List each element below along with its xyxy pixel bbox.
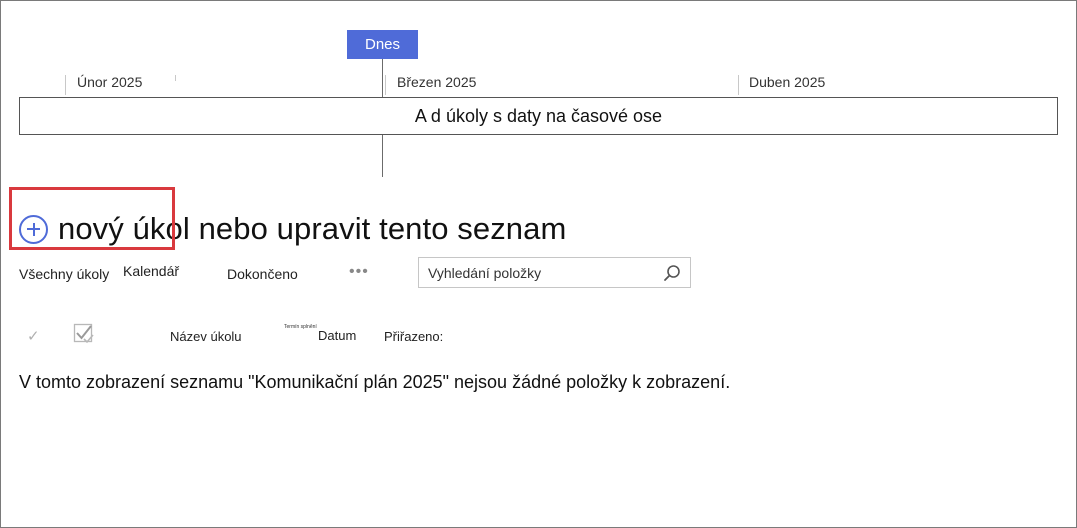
plus-circle-icon[interactable] [19, 214, 48, 244]
search-input[interactable] [428, 264, 653, 281]
month-label-apr: Duben 2025 [749, 74, 826, 90]
timeline-bar-text: A d úkoly s daty na časové ose [414, 105, 663, 126]
view-all-tasks[interactable]: Všechny úkoly [19, 266, 109, 282]
search-box[interactable] [418, 257, 691, 288]
view-calendar[interactable]: Kalendář [123, 263, 179, 279]
month-tick [65, 75, 66, 95]
complete-checkbox-icon[interactable] [73, 323, 95, 345]
empty-list-message: V tomto zobrazení seznamu "Komunikační p… [19, 372, 731, 392]
more-views-button[interactable]: ••• [349, 263, 369, 281]
timeline-bar[interactable]: A d úkoly s daty na časové ose [19, 97, 1058, 135]
select-all-check-icon[interactable]: ✓ [27, 327, 40, 345]
view-completed[interactable]: Dokončeno [227, 266, 298, 282]
column-due-tiny-label: Termín splnění [284, 324, 317, 330]
month-tick [175, 75, 176, 81]
month-tick [385, 75, 386, 95]
new-item-link[interactable]: nový úkol nebo upravit tento seznam [19, 207, 566, 251]
column-assigned[interactable]: Přiřazeno: [384, 329, 443, 344]
column-task-name[interactable]: Název úkolu [170, 329, 242, 344]
month-tick [738, 75, 739, 95]
search-icon[interactable] [663, 264, 681, 282]
month-label-feb: Únor 2025 [77, 74, 143, 90]
today-marker: Dnes [347, 30, 418, 59]
page-frame: Dnes Únor 2025 Březen 2025 Duben 2025 A … [0, 0, 1077, 528]
new-item-label[interactable]: nový úkol nebo upravit tento seznam [58, 211, 566, 247]
month-label-mar: Březen 2025 [397, 74, 477, 90]
column-date[interactable]: Datum [318, 328, 356, 343]
